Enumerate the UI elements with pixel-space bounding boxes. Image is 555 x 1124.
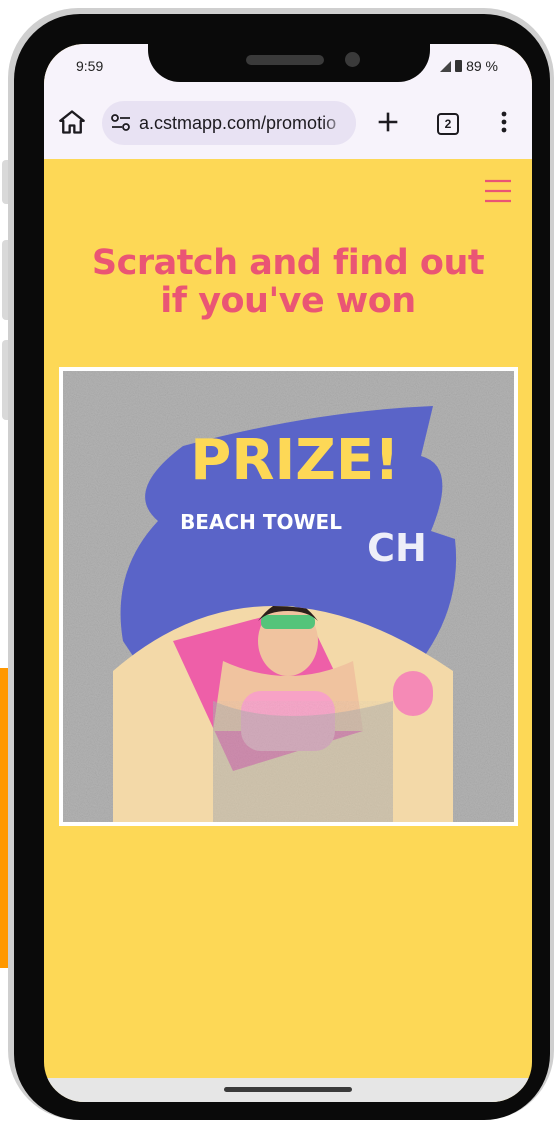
address-bar[interactable]: a.cstmapp.com/promotio	[102, 101, 356, 145]
more-vert-icon[interactable]	[496, 108, 512, 136]
tune-icon[interactable]	[110, 113, 132, 133]
hamburger-icon[interactable]	[484, 178, 512, 204]
status-time: 9:59	[76, 58, 104, 74]
plus-icon[interactable]	[374, 108, 402, 136]
screenshot-stage: 9:59 89 % a.cstmapp.com/promotio 2 Scrat…	[0, 0, 555, 1124]
url-fade	[322, 101, 356, 145]
phone-speaker	[246, 55, 324, 65]
prize-name: BEACH TOWEL	[180, 510, 342, 534]
headline-line-1: Scratch and find out	[91, 243, 485, 283]
url-text: a.cstmapp.com/promotio	[139, 113, 337, 133]
battery-percent: 89 %	[466, 58, 498, 74]
page-headline: Scratch and find out if you've won	[44, 244, 532, 320]
home-icon[interactable]	[58, 108, 86, 136]
scratch-remnant	[213, 701, 393, 822]
battery-icon	[455, 60, 463, 72]
scratch-card-canvas[interactable]: PRIZE! BEACH TOWEL CH	[63, 371, 514, 822]
prize-title: PRIZE!	[190, 428, 399, 493]
status-indicators: 89 %	[440, 58, 498, 74]
signal-icon	[440, 60, 452, 72]
tab-counter-icon[interactable]: 2	[437, 113, 459, 135]
phone-screen: 9:59 89 % a.cstmapp.com/promotio 2 Scrat…	[44, 44, 532, 1102]
headline-line-2: if you've won	[160, 281, 416, 321]
partial-revealed-text: CH	[367, 526, 427, 570]
phone-camera	[345, 52, 360, 67]
scratch-card[interactable]: PRIZE! BEACH TOWEL CH	[59, 367, 518, 826]
home-indicator[interactable]	[224, 1087, 352, 1092]
